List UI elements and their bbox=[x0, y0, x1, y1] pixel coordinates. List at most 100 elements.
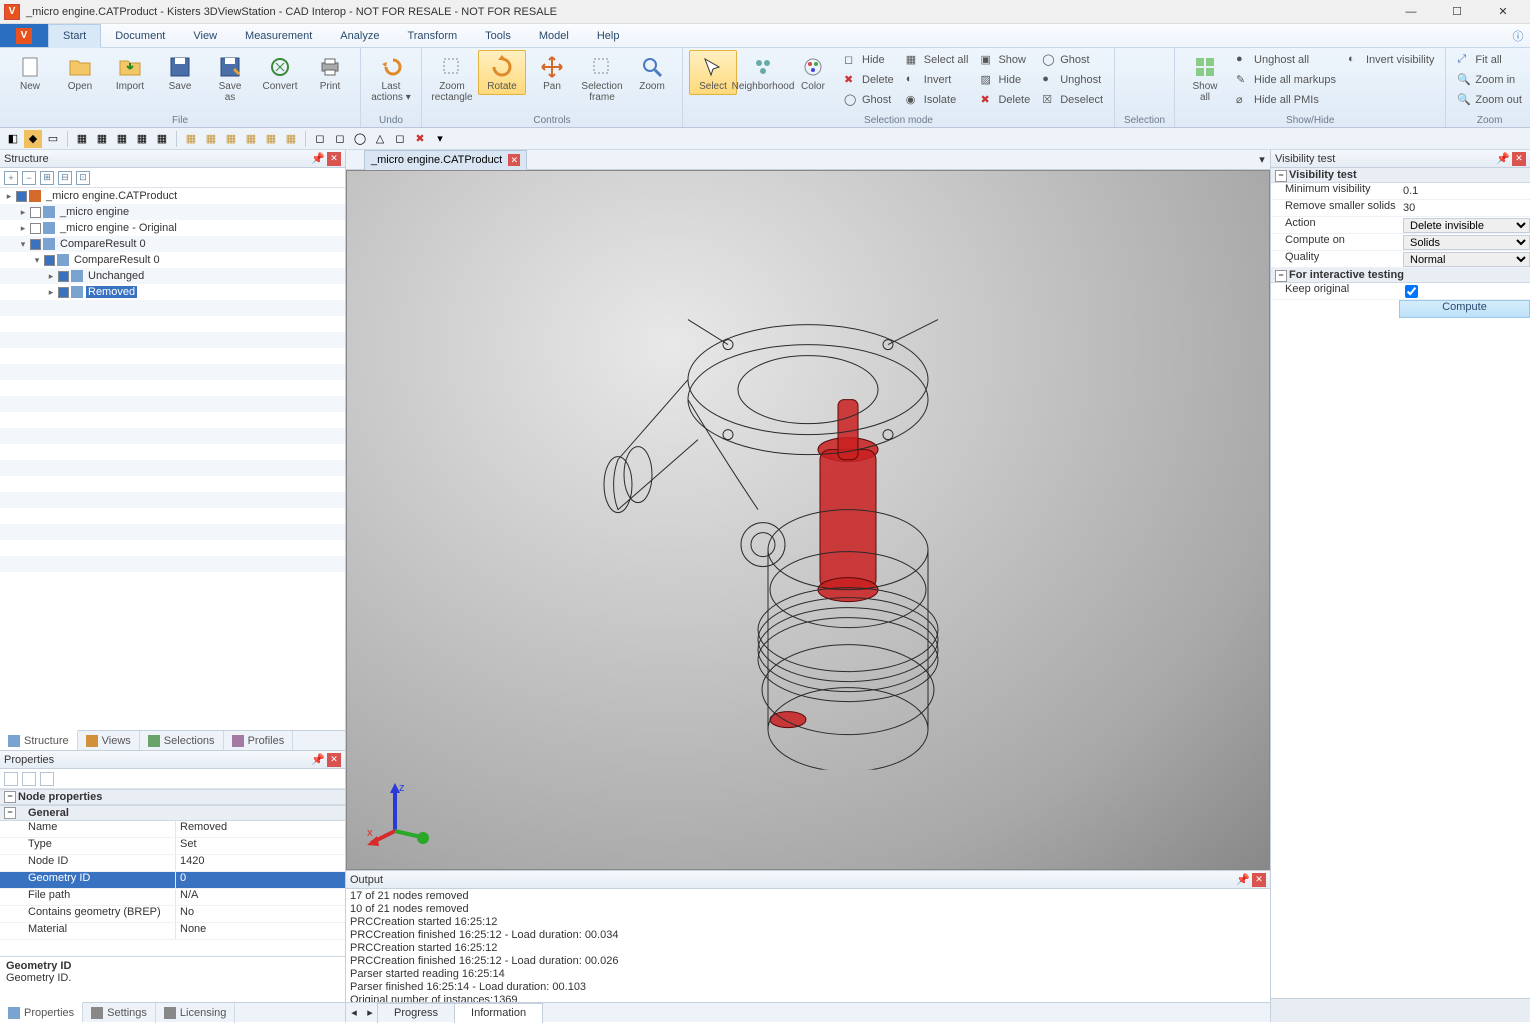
expand-toggle[interactable]: ▾ bbox=[32, 255, 42, 265]
property-value[interactable]: 0 bbox=[176, 872, 345, 888]
qat-button[interactable]: ✖ bbox=[411, 130, 429, 148]
document-tab[interactable]: _micro engine.CATProduct ✕ bbox=[364, 150, 527, 170]
visibility-checkbox[interactable] bbox=[30, 223, 41, 234]
node-label[interactable]: Unchanged bbox=[86, 270, 146, 282]
tree-row[interactable]: ▾ CompareResult 0 bbox=[0, 252, 345, 268]
tree-row[interactable] bbox=[0, 332, 345, 348]
ribbon-tab-transform[interactable]: Transform bbox=[393, 24, 471, 47]
prop-category[interactable]: Node properties bbox=[0, 789, 345, 805]
tree-row[interactable] bbox=[0, 396, 345, 412]
sm-ghost-button[interactable]: ◯Ghost bbox=[839, 90, 899, 110]
close-panel-button[interactable]: ✕ bbox=[1512, 152, 1526, 166]
qat-button[interactable]: ◯ bbox=[351, 130, 369, 148]
node-label[interactable]: CompareResult 0 bbox=[72, 254, 162, 266]
property-value[interactable]: Removed bbox=[176, 821, 345, 837]
document-dropdown[interactable]: ▾ bbox=[1254, 153, 1270, 166]
property-row[interactable]: Geometry ID0 bbox=[0, 872, 345, 889]
tab-views[interactable]: Views bbox=[78, 731, 140, 751]
sm-delete-button[interactable]: ✖Delete bbox=[839, 70, 899, 90]
zoom-rectangle-button[interactable]: Zoom rectangle bbox=[428, 50, 476, 106]
print-button[interactable]: Print bbox=[306, 50, 354, 95]
pin-icon[interactable]: 📌 bbox=[311, 753, 325, 767]
convert-button[interactable]: Convert bbox=[256, 50, 304, 95]
qat-button[interactable]: ▭ bbox=[44, 130, 62, 148]
qat-button[interactable]: ▦ bbox=[73, 130, 91, 148]
tree-row[interactable] bbox=[0, 492, 345, 508]
tab-structure[interactable]: Structure bbox=[0, 730, 78, 750]
tree-row[interactable] bbox=[0, 540, 345, 556]
prop-category[interactable]: General bbox=[0, 805, 345, 821]
expand-toggle[interactable]: ▸ bbox=[18, 223, 28, 233]
property-row[interactable]: Contains geometry (BREP)No bbox=[0, 906, 345, 923]
tree-row[interactable] bbox=[0, 412, 345, 428]
sm-show-button[interactable]: ▣Show bbox=[975, 50, 1035, 70]
collapse-all-button[interactable]: ⊟ bbox=[58, 171, 72, 185]
output-log[interactable]: 17 of 21 nodes removed10 of 21 nodes rem… bbox=[346, 889, 1270, 1002]
minimize-button[interactable]: — bbox=[1388, 0, 1434, 24]
center-button[interactable]: ⊡ bbox=[76, 171, 90, 185]
ribbon-tab-document[interactable]: Document bbox=[101, 24, 179, 47]
vt-category[interactable]: For interactive testing bbox=[1271, 268, 1530, 283]
tab-scroll-left[interactable]: ◂ bbox=[346, 1006, 362, 1019]
viewport-3d[interactable]: z x bbox=[346, 170, 1270, 870]
last-actions-button[interactable]: Last actions ▾ bbox=[367, 50, 415, 106]
maximize-button[interactable]: ☐ bbox=[1434, 0, 1480, 24]
close-panel-button[interactable]: ✕ bbox=[327, 753, 341, 767]
tree-row[interactable]: ▸ Unchanged bbox=[0, 268, 345, 284]
sm-select-all-button[interactable]: ▦Select all bbox=[901, 50, 974, 70]
properties-body[interactable]: Node properties General NameRemovedTypeS… bbox=[0, 789, 345, 956]
qat-button[interactable]: ▦ bbox=[242, 130, 260, 148]
tree-row[interactable]: ▸ _micro engine bbox=[0, 204, 345, 220]
sm-delete2-button[interactable]: ✖Delete bbox=[975, 90, 1035, 110]
vt-select[interactable]: Normal bbox=[1403, 252, 1530, 267]
property-row[interactable]: NameRemoved bbox=[0, 821, 345, 838]
import-button[interactable]: Import bbox=[106, 50, 154, 95]
ribbon-tab-view[interactable]: View bbox=[179, 24, 231, 47]
neighborhood-button[interactable]: Neighborhood bbox=[739, 50, 787, 95]
tree-row[interactable] bbox=[0, 460, 345, 476]
prop-tb-button[interactable] bbox=[40, 772, 54, 786]
close-button[interactable]: ✕ bbox=[1480, 0, 1526, 24]
qat-button[interactable]: ◻ bbox=[311, 130, 329, 148]
tree-row[interactable]: ▸ _micro engine.CATProduct bbox=[0, 188, 345, 204]
qat-button[interactable]: ◆ bbox=[24, 130, 42, 148]
close-panel-button[interactable]: ✕ bbox=[1252, 873, 1266, 887]
sm-unghost-button[interactable]: ●Unghost bbox=[1037, 70, 1108, 90]
ribbon-tab-help[interactable]: Help bbox=[583, 24, 634, 47]
axis-gizmo[interactable]: z x bbox=[365, 781, 435, 851]
tab-progress[interactable]: Progress bbox=[377, 1003, 455, 1023]
node-label[interactable]: CompareResult 0 bbox=[58, 238, 148, 250]
vt-value[interactable]: 0.1 bbox=[1403, 185, 1418, 197]
prop-tb-button[interactable] bbox=[22, 772, 36, 786]
visibility-checkbox[interactable] bbox=[30, 207, 41, 218]
app-menu-button[interactable]: V bbox=[0, 24, 48, 47]
tree-row[interactable] bbox=[0, 380, 345, 396]
tree-row[interactable] bbox=[0, 300, 345, 316]
structure-tree[interactable]: ▸ _micro engine.CATProduct▸ _micro engin… bbox=[0, 188, 345, 730]
property-value[interactable]: 1420 bbox=[176, 855, 345, 871]
ribbon-tab-tools[interactable]: Tools bbox=[471, 24, 525, 47]
sm-hide2-button[interactable]: ▨Hide bbox=[975, 70, 1035, 90]
sm-ghost2-button[interactable]: ◯Ghost bbox=[1037, 50, 1108, 70]
visibility-checkbox[interactable] bbox=[58, 271, 69, 282]
expand-toggle[interactable]: ▸ bbox=[46, 271, 56, 281]
ribbon-tab-start[interactable]: Start bbox=[48, 24, 101, 48]
tree-row[interactable] bbox=[0, 428, 345, 444]
unghost-all-button[interactable]: ●Unghost all bbox=[1231, 50, 1341, 70]
ribbon-tab-analyze[interactable]: Analyze bbox=[326, 24, 393, 47]
help-icon[interactable]: ⓘ bbox=[1506, 24, 1530, 47]
qat-button[interactable]: ▦ bbox=[202, 130, 220, 148]
property-row[interactable]: MaterialNone bbox=[0, 923, 345, 940]
property-value[interactable]: N/A bbox=[176, 889, 345, 905]
ribbon-tab-measurement[interactable]: Measurement bbox=[231, 24, 326, 47]
invert-visibility-button[interactable]: ◐Invert visibility bbox=[1343, 50, 1439, 70]
select-button[interactable]: Select bbox=[689, 50, 737, 95]
property-row[interactable]: TypeSet bbox=[0, 838, 345, 855]
pin-icon[interactable]: 📌 bbox=[311, 152, 325, 166]
tab-profiles[interactable]: Profiles bbox=[224, 731, 294, 751]
qat-button[interactable]: ▦ bbox=[93, 130, 111, 148]
prop-tb-button[interactable] bbox=[4, 772, 18, 786]
tree-row[interactable] bbox=[0, 556, 345, 572]
property-value[interactable]: Set bbox=[176, 838, 345, 854]
tree-row[interactable] bbox=[0, 348, 345, 364]
